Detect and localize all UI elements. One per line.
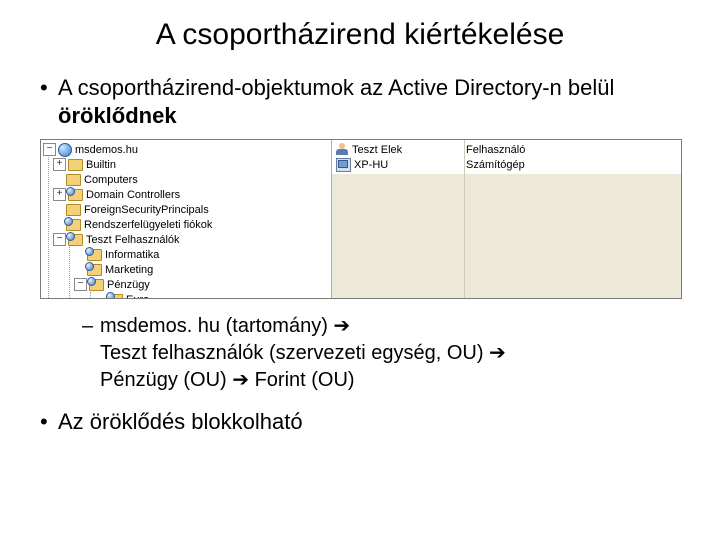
bullet-2: Az öröklődés blokkolható (40, 408, 680, 436)
tree-tf-label: Teszt Felhasználók (86, 234, 180, 246)
tree-euro-label: Euro (126, 294, 149, 299)
ou-icon (68, 189, 83, 201)
ou-icon (68, 234, 83, 246)
ou-icon (89, 279, 104, 291)
ou-icon (87, 249, 102, 261)
ou-icon (108, 294, 123, 298)
tree-inf-label: Informatika (105, 249, 159, 261)
arrow-icon: ➔ (333, 315, 350, 337)
tree-mkt-label: Marketing (105, 264, 153, 276)
tree-pu-label: Pénzügy (107, 279, 150, 291)
bullet-1: A csoportházirend-objektumok az Active D… (40, 74, 680, 129)
tree-inf[interactable]: Informatika (70, 247, 329, 262)
bullet-1-text-a: A csoportházirend-objektumok az Active D… (58, 75, 614, 100)
tree-fsp[interactable]: ForeignSecurityPrincipals (49, 202, 329, 217)
arrow-icon: ➔ (232, 369, 249, 391)
path-l2: Teszt felhasználók (szervezeti egység, O… (100, 342, 489, 364)
folder-icon (68, 159, 83, 171)
tree-pu[interactable]: −Pénzügy (70, 277, 329, 292)
list-pane[interactable]: Teszt Elek Felhasználó XP-HU Számítógép (332, 140, 681, 298)
user-icon (336, 143, 349, 156)
ad-screenshot: −msdemos.hu +Builtin Computers +Domain C… (40, 139, 682, 299)
slide-title: A csoportházirend kiértékelése (40, 18, 680, 52)
column-separator (464, 140, 465, 298)
tree-dc[interactable]: +Domain Controllers (49, 187, 329, 202)
globe-icon (58, 143, 72, 157)
tree-euro[interactable]: Euro (91, 292, 329, 298)
tree-mkt[interactable]: Marketing (70, 262, 329, 277)
bullet-1-text-b: öröklődnek (58, 103, 177, 128)
list-row-2-name: XP-HU (354, 159, 388, 171)
tree-root[interactable]: −msdemos.hu (43, 142, 329, 157)
ou-icon (87, 264, 102, 276)
path-l3b: Forint (OU) (249, 369, 355, 391)
arrow-icon: ➔ (489, 342, 506, 364)
list-row-2-type: Számítógép (466, 159, 677, 171)
slide: A csoportházirend kiértékelése A csoport… (0, 0, 720, 540)
tree-root-label: msdemos.hu (75, 144, 138, 156)
tree-builtin[interactable]: +Builtin (49, 157, 329, 172)
tree-computers[interactable]: Computers (49, 172, 329, 187)
list-row-1-name: Teszt Elek (352, 144, 402, 156)
list-row-2[interactable]: XP-HU Számítógép (336, 157, 677, 172)
path-l1: msdemos. hu (tartomány) (100, 315, 333, 337)
path-l3: Pénzügy (OU) (100, 369, 232, 391)
folder-icon (66, 204, 81, 216)
tree-rsf[interactable]: Rendszerfelügyeleti fiókok (49, 217, 329, 232)
list-row-1[interactable]: Teszt Elek Felhasználó (336, 142, 677, 157)
tree-pane[interactable]: −msdemos.hu +Builtin Computers +Domain C… (41, 140, 332, 298)
folder-icon (66, 174, 81, 186)
tree-tf[interactable]: −Teszt Felhasználók (49, 232, 329, 247)
tree-builtin-label: Builtin (86, 159, 116, 171)
tree-dc-label: Domain Controllers (86, 189, 180, 201)
tree-rsf-label: Rendszerfelügyeleti fiókok (84, 219, 212, 231)
tree-fsp-label: ForeignSecurityPrincipals (84, 204, 209, 216)
list-row-1-type: Felhasználó (466, 144, 677, 156)
sub-bullet-path: msdemos. hu (tartomány) ➔ Teszt felhaszn… (82, 313, 680, 394)
ou-icon (66, 219, 81, 231)
computer-icon (336, 158, 351, 172)
tree-computers-label: Computers (84, 174, 138, 186)
